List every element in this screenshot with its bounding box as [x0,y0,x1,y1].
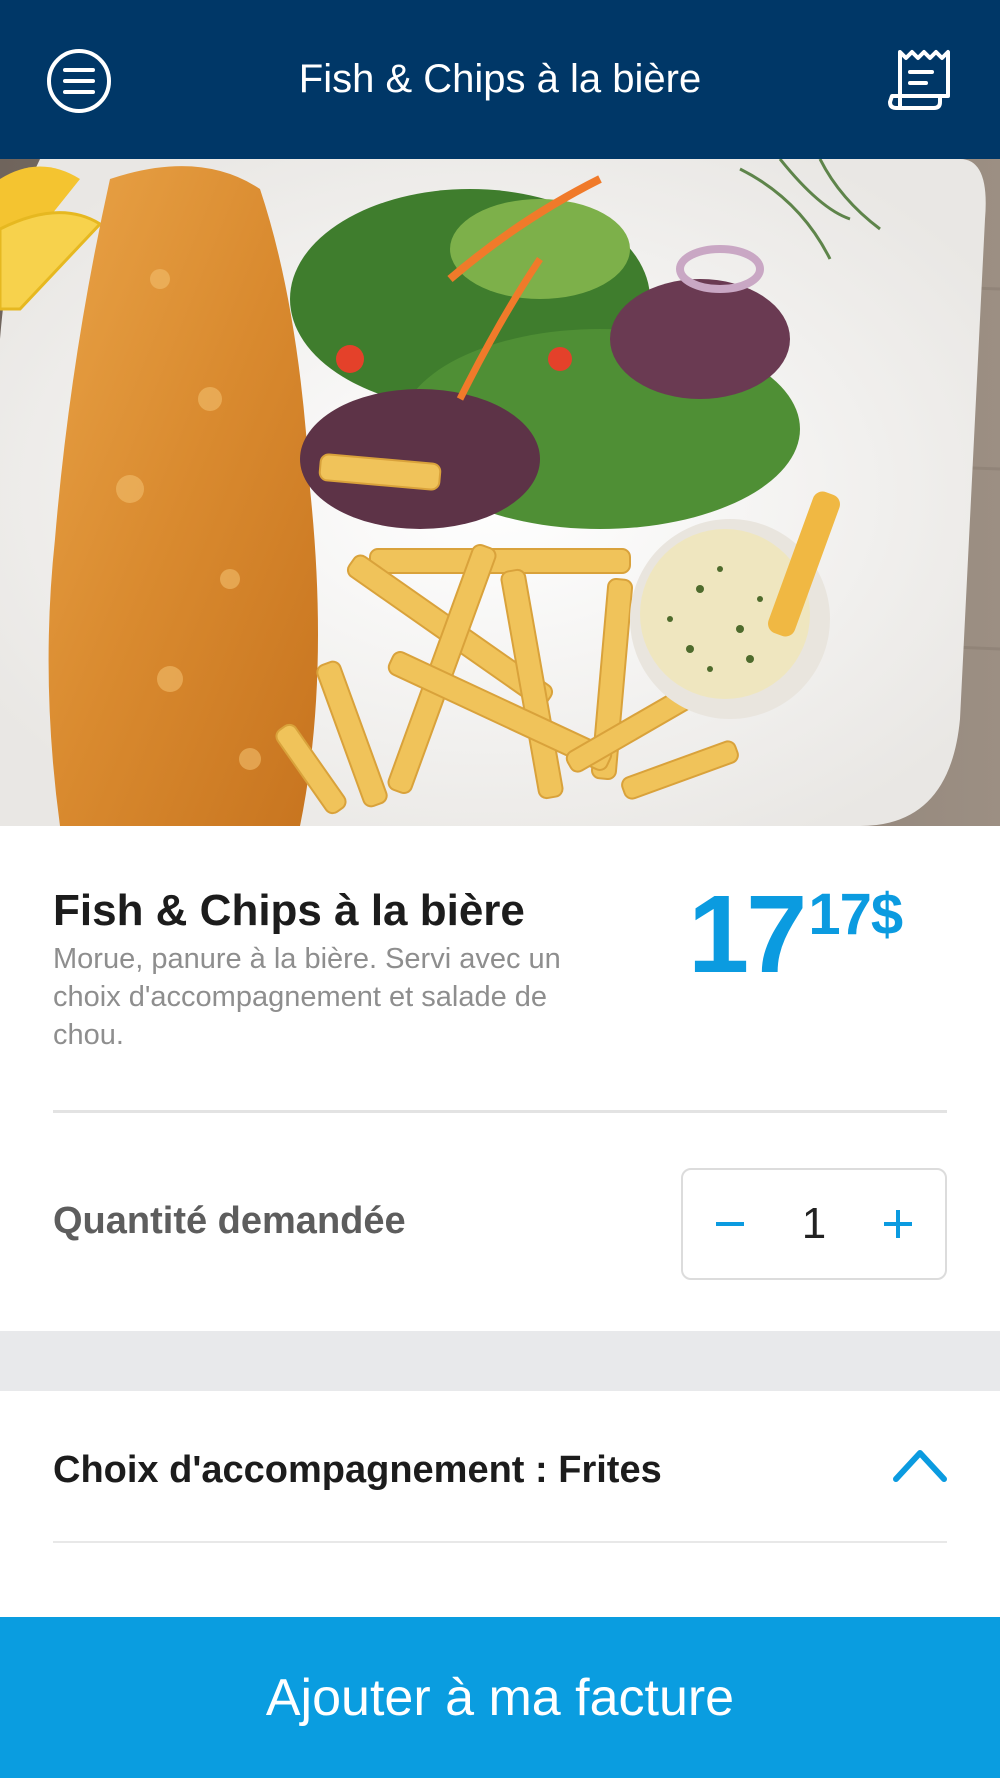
menu-button[interactable] [46,48,112,114]
quantity-stepper: 1 [681,1168,947,1280]
quantity-label: Quantité demandée [53,1200,406,1242]
price-dollars: 17 [688,873,807,996]
add-to-bill-button[interactable]: Ajouter à ma facture [0,1617,1000,1778]
side-choice-section[interactable]: Choix d'accompagnement : Frites [0,1391,1000,1617]
minus-icon [716,1222,744,1226]
decrement-button[interactable] [705,1199,755,1249]
receipt-icon [888,50,950,110]
chevron-up-icon [893,1450,947,1482]
page-title: Fish & Chips à la bière [298,57,702,101]
app-header: Fish & Chips à la bière [0,0,1000,159]
receipt-button[interactable] [886,46,954,114]
hamburger-menu-icon [47,49,111,113]
add-to-bill-label: Ajouter à ma facture [265,1668,735,1727]
side-choice-label: Choix d'accompagnement : Frites [53,1449,662,1491]
plus-icon [883,1210,912,1238]
price-cents: 17$ [808,882,903,947]
collapse-toggle[interactable] [890,1443,950,1487]
divider [53,1110,947,1113]
quantity-value: 1 [801,1199,827,1248]
increment-button[interactable] [873,1199,923,1249]
divider [53,1541,947,1543]
dish-photo [0,159,1000,826]
item-title: Fish & Chips à la bière [53,886,525,935]
item-description: Morue, panure à la bière. Servi avec un … [53,943,561,1051]
item-price: 17 17$ [688,873,903,996]
section-separator [0,1331,1000,1391]
item-details: Fish & Chips à la bière Morue, panure à … [0,826,1000,1331]
